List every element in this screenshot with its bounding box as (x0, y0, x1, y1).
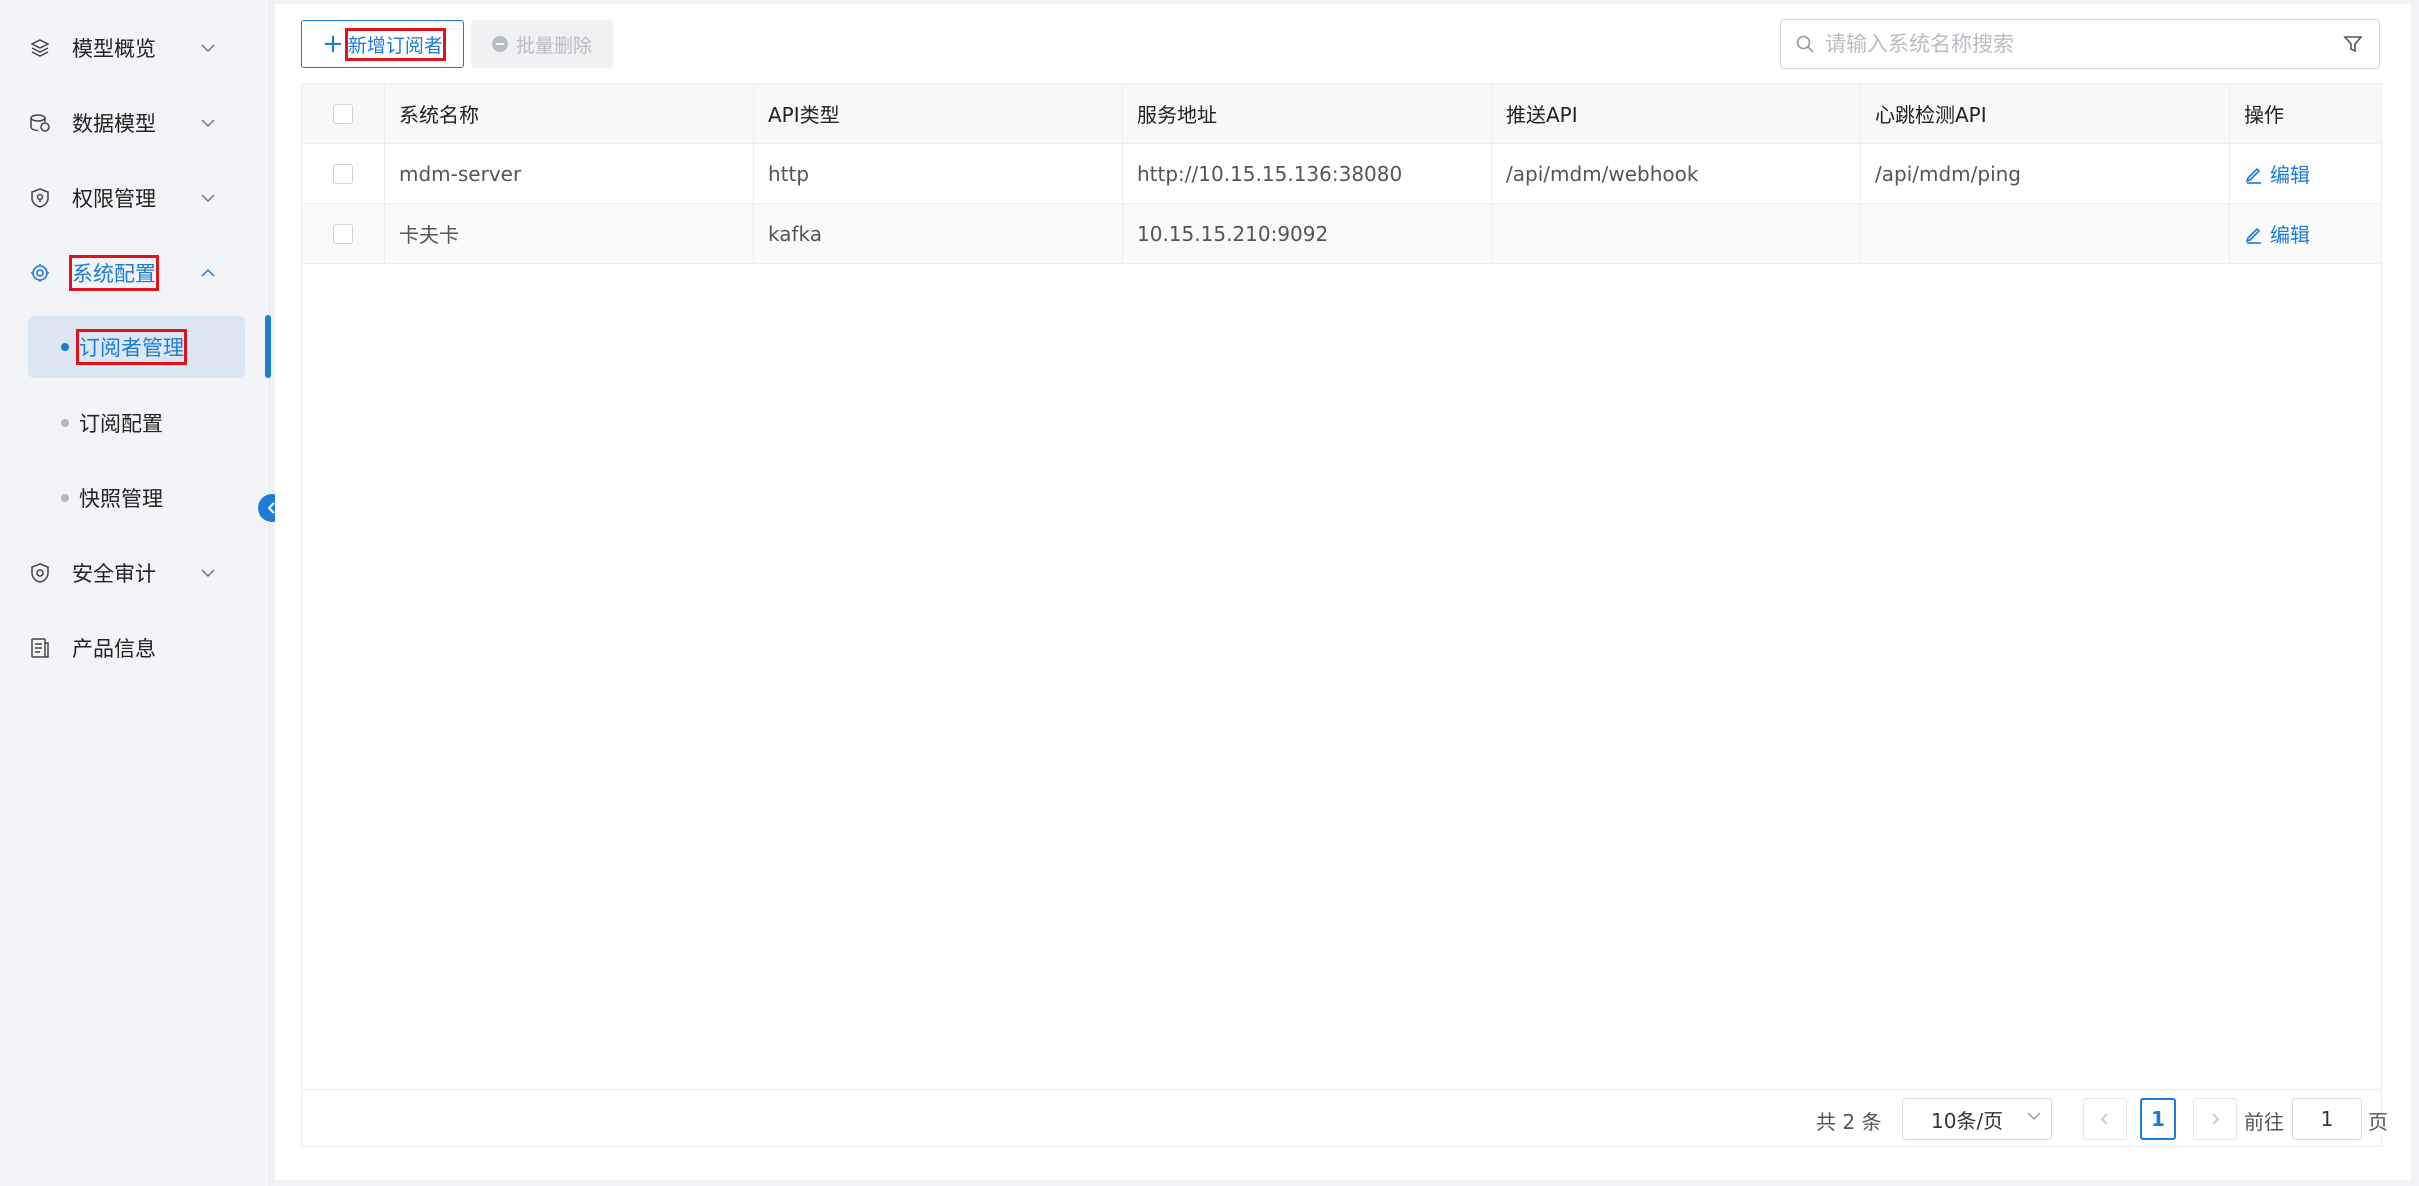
filter-icon[interactable] (2343, 34, 2363, 54)
cell-push-api (1492, 204, 1861, 263)
chevron-down-icon (196, 561, 220, 585)
header-checkbox-cell (302, 84, 385, 143)
active-indicator (265, 315, 271, 378)
document-icon (28, 636, 52, 660)
row-checkbox[interactable] (333, 163, 353, 184)
sidebar-item-model-overview[interactable]: 模型概览 (28, 18, 238, 78)
cell-system-name: 卡夫卡 (385, 204, 754, 263)
edit-icon (2244, 164, 2264, 184)
column-header[interactable]: 服务地址 (1123, 84, 1492, 143)
sidebar-item-security-audit[interactable]: 安全审计 (28, 543, 238, 603)
goto-label: 前往 (2244, 1110, 2284, 1134)
cell-push-api: /api/mdm/webhook (1492, 144, 1861, 203)
sidebar-item-label: 模型概览 (72, 37, 156, 61)
bullet-dot-icon (61, 343, 69, 351)
sidebar-subitem-subscriber-management[interactable]: 订阅者管理 (28, 316, 245, 378)
gear-icon (28, 261, 52, 285)
sidebar-item-system-config[interactable]: 系统配置 (28, 243, 238, 303)
edit-button[interactable]: 编辑 (2244, 219, 2310, 248)
sidebar-item-label: 权限管理 (72, 187, 156, 211)
cell-service-address: 10.15.15.210:9092 (1123, 204, 1492, 263)
column-header[interactable]: 推送API (1492, 84, 1861, 143)
sidebar-item-label: 数据模型 (72, 112, 156, 136)
row-checkbox-cell (302, 204, 385, 263)
sidebar-item-label: 产品信息 (72, 637, 156, 661)
cell-heartbeat-api: /api/mdm/ping (1861, 144, 2230, 203)
page-size-value: 10条/页 (1931, 1108, 2004, 1133)
page-size-select[interactable]: 10条/页 (1902, 1098, 2052, 1140)
minus-circle-icon (491, 36, 508, 52)
select-all-checkbox[interactable] (333, 103, 353, 124)
sidebar-item-label: 系统配置 (69, 255, 159, 291)
subscriber-table: 系统名称 API类型 服务地址 推送API 心跳检测API 操作 mdm-ser… (301, 83, 2388, 1147)
bullet-dot-icon (61, 419, 69, 427)
cell-heartbeat-api (1861, 204, 2230, 263)
edit-button[interactable]: 编辑 (2244, 159, 2310, 188)
sidebar-item-label: 安全审计 (72, 562, 156, 586)
row-checkbox[interactable] (333, 223, 353, 244)
chevron-down-icon (196, 186, 220, 210)
plus-icon: + (322, 29, 344, 59)
add-subscriber-label: 新增订阅者 (344, 27, 446, 61)
app-root: 模型概览 数据模型 权限管理 系统配置 订阅者管理 订阅配置 快照管理 安全审计… (0, 0, 2419, 1186)
sidebar-item-product-info[interactable]: 产品信息 (28, 618, 238, 678)
total-count: 共 2 条 (1816, 1110, 1882, 1134)
row-checkbox-cell (302, 144, 385, 203)
column-header: 操作 (2244, 103, 2284, 127)
layers-icon (28, 36, 52, 60)
edit-label: 编辑 (2270, 223, 2310, 247)
search-icon (1795, 34, 1815, 54)
column-header[interactable]: 心跳检测API (1861, 84, 2230, 143)
cell-api-type: http (754, 144, 1123, 203)
table-header-row: 系统名称 API类型 服务地址 推送API 心跳检测API 操作 (302, 84, 2381, 144)
page-unit-label: 页 (2368, 1110, 2388, 1134)
chevron-down-icon (196, 36, 220, 60)
chevron-down-icon (196, 111, 220, 135)
table-row: mdm-server http http://10.15.15.136:3808… (302, 144, 2381, 204)
audit-shield-icon (28, 561, 52, 585)
batch-delete-label: 批量删除 (515, 34, 592, 57)
page-number-button[interactable]: 1 (2140, 1098, 2176, 1140)
table-row: 卡夫卡 kafka 10.15.15.210:9092 编辑 (302, 204, 2381, 264)
sidebar: 模型概览 数据模型 权限管理 系统配置 订阅者管理 订阅配置 快照管理 安全审计… (0, 0, 271, 1186)
chevron-up-icon (196, 261, 220, 285)
sidebar-item-permission[interactable]: 权限管理 (28, 168, 238, 228)
main-panel: + 新增订阅者 批量删除 系统名称 API类型 服务地址 推送API 心跳检测 (275, 4, 2411, 1180)
goto-page-input[interactable]: 1 (2292, 1098, 2362, 1140)
prev-page-button[interactable] (2083, 1098, 2127, 1140)
sidebar-subitem-label: 快照管理 (79, 487, 163, 511)
chevron-down-icon (2027, 1111, 2041, 1121)
search-input[interactable] (1825, 32, 2343, 56)
bullet-dot-icon (61, 494, 69, 502)
search-box (1780, 19, 2380, 69)
shield-icon (28, 186, 52, 210)
cell-actions: 编辑 (2230, 204, 2381, 263)
batch-delete-button[interactable]: 批量删除 (471, 20, 613, 68)
column-header[interactable]: API类型 (754, 84, 1123, 143)
sidebar-item-data-model[interactable]: 数据模型 (28, 93, 238, 153)
next-page-button[interactable] (2193, 1098, 2237, 1140)
sidebar-subitem-subscription-config[interactable]: 订阅配置 (28, 392, 245, 454)
cell-api-type: kafka (754, 204, 1123, 263)
cell-actions: 编辑 (2230, 144, 2381, 203)
edit-icon (2244, 224, 2264, 244)
edit-label: 编辑 (2270, 163, 2310, 187)
sidebar-subitem-label: 订阅者管理 (76, 329, 187, 365)
column-header[interactable]: 系统名称 (385, 84, 754, 143)
sidebar-subitem-snapshot-management[interactable]: 快照管理 (28, 467, 245, 529)
pagination: 共 2 条 10条/页 1 前往 1 页 (302, 1089, 2388, 1147)
cell-service-address: http://10.15.15.136:38080 (1123, 144, 1492, 203)
database-icon (28, 111, 52, 135)
add-subscriber-button[interactable]: + 新增订阅者 (301, 20, 464, 68)
cell-system-name: mdm-server (385, 144, 754, 203)
sidebar-subitem-label: 订阅配置 (79, 412, 163, 436)
